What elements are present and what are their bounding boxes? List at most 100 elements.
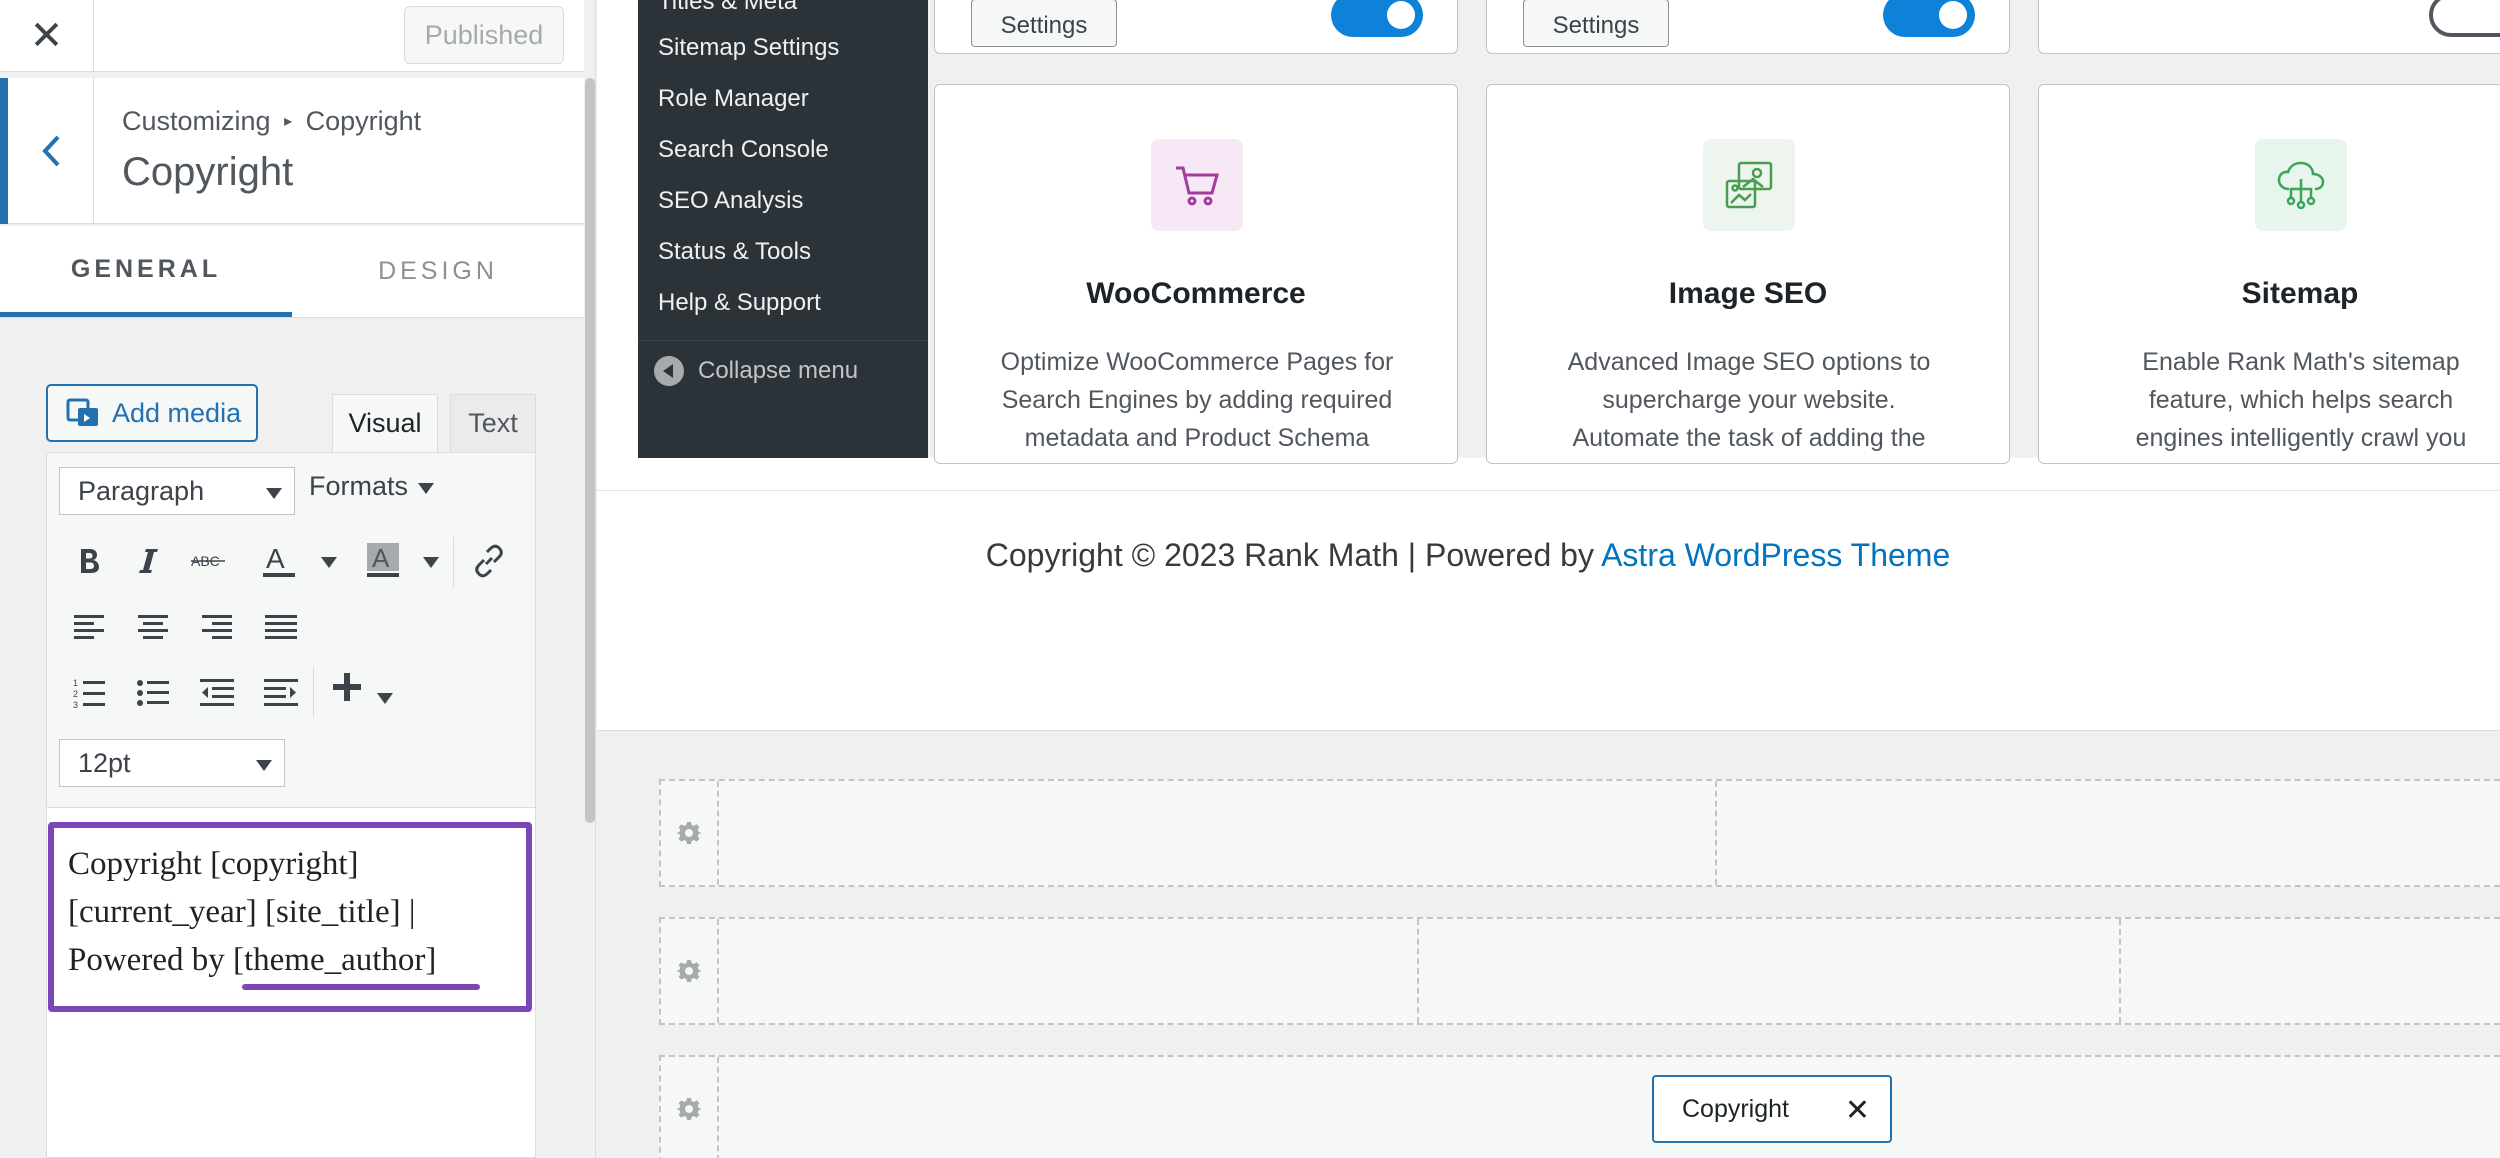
align-justify-icon bbox=[265, 615, 297, 639]
copyright-widget-chip[interactable]: Copyright ✕ bbox=[1652, 1075, 1892, 1143]
outdent-button[interactable] bbox=[193, 669, 241, 717]
toolbar-separator bbox=[313, 667, 314, 717]
description-line: feature, which helps search bbox=[2148, 386, 2454, 414]
customizer-sidebar: ✕ Published Customizing ▸ Copyright Copy… bbox=[0, 0, 596, 1158]
breadcrumb-item: Copyright bbox=[305, 106, 422, 136]
settings-button[interactable]: Settings bbox=[971, 0, 1117, 47]
indent-button[interactable] bbox=[257, 669, 305, 717]
tab-design[interactable]: DESIGN bbox=[292, 226, 584, 317]
section-tabs: GENERAL DESIGN bbox=[0, 226, 584, 318]
media-icon bbox=[66, 398, 98, 426]
add-media-label: Add media bbox=[112, 397, 242, 428]
align-right-button[interactable] bbox=[193, 603, 241, 651]
module-card-top bbox=[2038, 0, 2500, 54]
column-divider bbox=[1715, 781, 1717, 885]
chip-label: Copyright bbox=[1682, 1094, 1789, 1123]
section-title-bar: Customizing ▸ Copyright Copyright bbox=[0, 78, 584, 224]
tab-text[interactable]: Text bbox=[450, 394, 536, 452]
module-card-image-seo: Image SEO Advanced Image SEO options to … bbox=[1486, 84, 2010, 464]
section-title: Copyright bbox=[122, 150, 294, 194]
module-description: Enable Rank Math's sitemap feature, whic… bbox=[2079, 343, 2500, 457]
bold-button[interactable] bbox=[65, 537, 113, 585]
collapse-icon bbox=[654, 355, 684, 386]
strikethrough-button[interactable]: ABC bbox=[185, 537, 233, 585]
builder-row-below[interactable] bbox=[659, 1055, 2500, 1158]
module-description: Advanced Image SEO options to supercharg… bbox=[1527, 343, 1971, 457]
sidebar-scrollbar[interactable] bbox=[585, 78, 595, 823]
background-color-dropdown-icon[interactable] bbox=[423, 557, 439, 568]
svg-text:3: 3 bbox=[73, 700, 78, 709]
gear-icon[interactable] bbox=[661, 1057, 719, 1158]
menu-item-status-tools[interactable]: Status & Tools bbox=[658, 238, 811, 266]
menu-item-seo-analysis[interactable]: SEO Analysis bbox=[658, 187, 803, 215]
breadcrumb-arrow-icon: ▸ bbox=[284, 113, 293, 130]
insert-button[interactable] bbox=[323, 663, 371, 711]
admin-menu: Titles & Meta Sitemap Settings Role Mana… bbox=[638, 0, 928, 458]
insert-dropdown-icon[interactable] bbox=[377, 693, 393, 704]
gear-icon[interactable] bbox=[661, 781, 719, 885]
numbered-list-button[interactable]: 1 2 3 bbox=[65, 669, 113, 717]
site-footer: Copyright © 2023 Rank Math | Powered by … bbox=[597, 490, 2500, 730]
tab-visual[interactable]: Visual bbox=[332, 394, 438, 452]
theme-link[interactable]: Astra WordPress Theme bbox=[1601, 537, 1950, 573]
bold-icon bbox=[81, 549, 99, 573]
module-title: WooCommerce bbox=[1086, 277, 1306, 310]
insert-link-button[interactable] bbox=[465, 537, 513, 585]
align-justify-button[interactable] bbox=[257, 603, 305, 651]
builder-row-primary[interactable] bbox=[659, 917, 2500, 1025]
toolbar-separator bbox=[453, 537, 454, 587]
description-line: Advanced Image SEO options to bbox=[1567, 348, 1931, 376]
close-customizer-button[interactable]: ✕ bbox=[0, 0, 94, 72]
text-color-button[interactable]: A bbox=[255, 537, 303, 585]
published-button[interactable]: Published bbox=[404, 6, 564, 64]
description-line: metadata and Product Schema bbox=[1024, 424, 1370, 452]
formats-label: Formats bbox=[309, 471, 409, 501]
block-format-select[interactable]: Paragraph bbox=[59, 467, 295, 515]
module-card-sitemap: Sitemap Enable Rank Math's sitemap featu… bbox=[2038, 84, 2500, 464]
editor-line: Powered by [theme_author] bbox=[68, 942, 437, 978]
font-size-select[interactable]: 12pt bbox=[59, 739, 285, 787]
chevron-down-icon bbox=[256, 760, 272, 771]
link-icon bbox=[475, 544, 503, 578]
description-line: Search Engines by adding required bbox=[1001, 386, 1393, 414]
align-left-button[interactable] bbox=[65, 603, 113, 651]
builder-row-above[interactable] bbox=[659, 779, 2500, 887]
back-button[interactable] bbox=[0, 78, 94, 224]
description-line: Optimize WooCommerce Pages for bbox=[1000, 348, 1394, 376]
module-title: Image SEO bbox=[1668, 277, 1828, 310]
collapse-menu-label: Collapse menu bbox=[698, 356, 859, 384]
numbered-list-icon: 1 2 3 bbox=[73, 678, 105, 709]
collapse-menu-button[interactable]: Collapse menu bbox=[638, 340, 928, 400]
cart-icon bbox=[1151, 139, 1243, 231]
menu-item-search-console[interactable]: Search Console bbox=[658, 136, 829, 164]
background-color-button[interactable]: A bbox=[359, 537, 407, 585]
dashboard-content: Settings Settings WooCommerce Optimize W… bbox=[928, 0, 2500, 464]
description-line: engines intelligently crawl you bbox=[2135, 424, 2467, 452]
module-toggle[interactable] bbox=[1331, 0, 1423, 37]
italic-icon bbox=[139, 549, 158, 573]
module-toggle[interactable] bbox=[1883, 0, 1975, 37]
menu-item-role-manager[interactable]: Role Manager bbox=[658, 85, 809, 113]
tab-general[interactable]: GENERAL bbox=[0, 226, 292, 317]
align-center-icon bbox=[138, 615, 168, 639]
add-media-button[interactable]: Add media bbox=[46, 384, 258, 442]
gear-icon[interactable] bbox=[661, 919, 719, 1023]
settings-button[interactable]: Settings bbox=[1523, 0, 1669, 47]
align-center-button[interactable] bbox=[129, 603, 177, 651]
formats-menu[interactable]: Formats bbox=[309, 471, 435, 502]
breadcrumb: Customizing ▸ Copyright bbox=[122, 106, 421, 137]
menu-item-titles-meta[interactable]: Titles & Meta bbox=[658, 0, 797, 16]
breadcrumb-prefix: Customizing bbox=[122, 106, 271, 136]
module-toggle[interactable] bbox=[2429, 0, 2500, 37]
description-line: Automate the task of adding the bbox=[1572, 424, 1926, 452]
menu-item-help-support[interactable]: Help & Support bbox=[658, 289, 821, 317]
menu-item-sitemap-settings[interactable]: Sitemap Settings bbox=[658, 34, 839, 62]
text-color-dropdown-icon[interactable] bbox=[321, 557, 337, 568]
column-divider bbox=[1417, 919, 1419, 1023]
bullet-list-button[interactable] bbox=[129, 669, 177, 717]
italic-button[interactable] bbox=[125, 537, 173, 585]
sitemap-icon bbox=[2255, 139, 2347, 231]
remove-widget-icon[interactable]: ✕ bbox=[1845, 1093, 1870, 1128]
bullet-list-icon bbox=[137, 680, 169, 706]
module-card-top: Settings bbox=[1486, 0, 2010, 54]
